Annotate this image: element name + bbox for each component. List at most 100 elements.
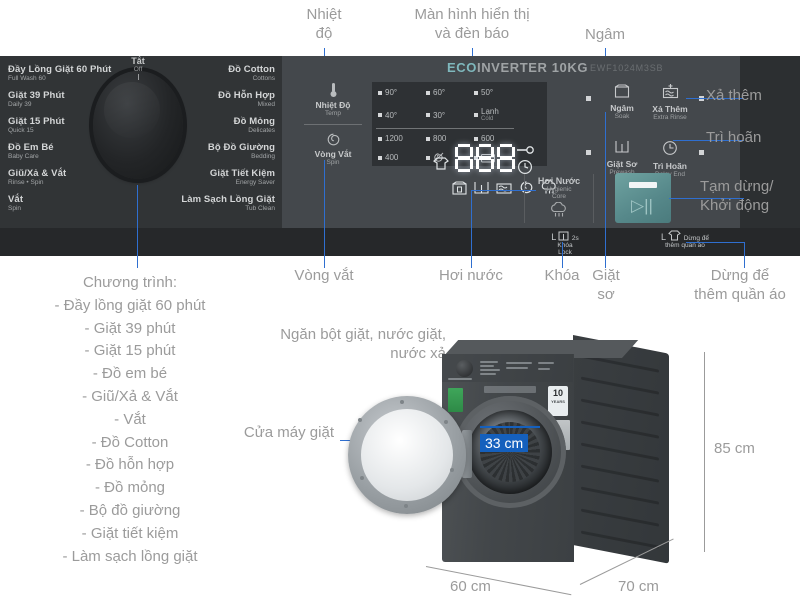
led-indicator [378,113,382,117]
warranty-sub: YEARS [551,399,565,404]
temp-option-50[interactable]: 50° [474,88,522,97]
brand-inverter: INVERTER 10KG [476,60,589,75]
program-label-energy-saver: Giặt Tiết Kiệm Energy Saver [160,168,275,186]
delay-clock-icon [663,141,677,155]
program-label-tub-clean: Làm Sạch Lồng Giặt Tub Clean [150,194,275,212]
temp-option-cold[interactable]: Lạnh Cold [474,108,522,122]
spin-option-label: 800 [433,134,447,143]
program-vn: Giặt 39 Phút [8,90,65,101]
extra-rinse-icon [662,84,678,99]
program-vn: Bộ Đồ Giường [207,142,275,153]
led-indicator [378,90,382,95]
spin-option-label: 600 [481,134,495,143]
add-clothes-glyph-row: L Dừng để [620,230,750,242]
warranty-badge: 10 YEARS [548,386,568,416]
program-vn: Giũ/Xả & Vắt [8,168,67,179]
led-indicator [426,136,430,141]
program-vn: Giặt Tiết Kiệm [209,168,275,179]
program-vn: Đồ Mỏng [233,116,275,127]
led-indicator [474,136,478,141]
add-label-line1: Dừng để [683,235,709,242]
temp-option-sublabel: Cold [481,116,494,122]
led-indicator [474,113,478,117]
callout-spin: Vòng vắt [294,267,354,284]
callout-steam: Hơi nước [439,267,503,284]
program-label-daily-39: Giặt 39 Phút Daily 39 [8,90,106,108]
temp-option-90[interactable]: 90° [378,88,426,97]
spin-option-800[interactable]: 800 [426,134,474,143]
led-indicator [474,90,478,95]
temp-option-label: 50° [481,88,494,97]
steam-label-en2: Core [551,193,567,201]
divider [304,124,362,125]
warranty-years: 10 [552,388,563,398]
temp-option-label: 40° [385,110,398,120]
machine-side-panel [573,335,669,564]
seven-segment-digits [455,144,515,172]
program-label-rinse-spin: Giũ/Xả & Vắt Rinse • Spin [8,168,106,186]
key-icon [517,142,534,160]
program-label-cottons: Đồ Cotton Cottons [160,64,275,82]
brand-eco: ECO [447,60,477,75]
spin-button[interactable]: Vòng Vắt Spin [298,132,368,166]
program-en: Bedding [251,153,275,160]
temp-button[interactable]: Nhiệt Độ Temp [298,82,368,117]
spin-option-label: 400 [385,153,399,162]
extra-rinse-label-vn: Xả Thêm [652,104,688,114]
callout-door: Cửa máy giặt [243,424,334,441]
brand-text: ECOINVERTER 10KG [447,60,588,75]
program-label-mixed: Đồ Hỗn Hợp Mixed [160,90,275,108]
leader-line-steam-upper [471,190,536,191]
washing-machine-photo: 10 YEARS 33 cm 85 cm 60 cm 70 cm [348,330,755,596]
spin-option-1200[interactable]: 1200 [378,134,426,143]
program-en: Energy Saver [235,179,275,186]
machine-mini-control-panel [442,354,573,382]
program-en: Baby Care [8,153,39,160]
leader-line-add-clothes-h [686,242,744,243]
temp-option-60[interactable]: 60° [426,88,474,97]
button-highlight-bar [629,182,657,188]
door-cavity [468,410,552,494]
digit-3 [497,144,515,172]
knob-off-label-en: Off [133,66,143,73]
add-label-line2: thêm quần áo [665,242,705,249]
program-en: Full Wash 60 [8,75,46,82]
digit-2 [476,144,494,172]
led-indicator-delay [699,150,704,155]
temp-option-30[interactable]: 30° [426,108,474,122]
callout-soak: Ngâm [584,26,625,43]
spin-option-600[interactable]: 600 [474,134,522,143]
program-list-block: Chương trình: - Đầy lồng giặt 60 phút - … [54,274,206,565]
extra-rinse-button[interactable]: Xả Thêm Extra Rinse [642,84,698,121]
start-pause-button[interactable]: ▷|| [615,173,671,223]
knob-off-tick [137,74,139,80]
temp-option-40[interactable]: 40° [378,108,426,122]
spiral-icon [327,133,339,146]
drum [480,422,540,482]
spin-option-400[interactable]: 400 [378,152,426,163]
led-indicator-prewash [586,150,591,155]
led-indicator [378,136,382,141]
steam-icon [551,201,566,217]
knob-off-marker: Tắt Off [108,56,168,80]
program-vn: Đồ Em Bé [8,142,54,153]
steam-button[interactable]: Hơi Nước Hygienic Core [524,174,594,223]
play-pause-icon: ▷|| [631,196,653,215]
lock-prefix: L [551,232,556,242]
divider [376,128,514,129]
temp-option-label: 60° [433,88,446,97]
model-number: EWF1024M3SB [590,63,664,73]
digit-1 [455,144,473,172]
callout-prewash: Giặt sơ [592,267,620,303]
shirt-icon [668,230,681,241]
extra-rinse-label-en: Extra Rinse [653,114,687,121]
side-ribs [573,335,669,564]
wash-icon [474,181,489,194]
program-en: Delicates [248,127,275,134]
leader-line-spin [324,160,325,268]
lock-glyph-row: L 2s [520,230,610,242]
washer-door[interactable] [348,396,466,514]
program-label-baby-care: Đồ Em Bé Baby Care [8,142,106,160]
door-width-arrow [480,426,540,428]
callout-delay: Trì hoãn [706,129,762,146]
